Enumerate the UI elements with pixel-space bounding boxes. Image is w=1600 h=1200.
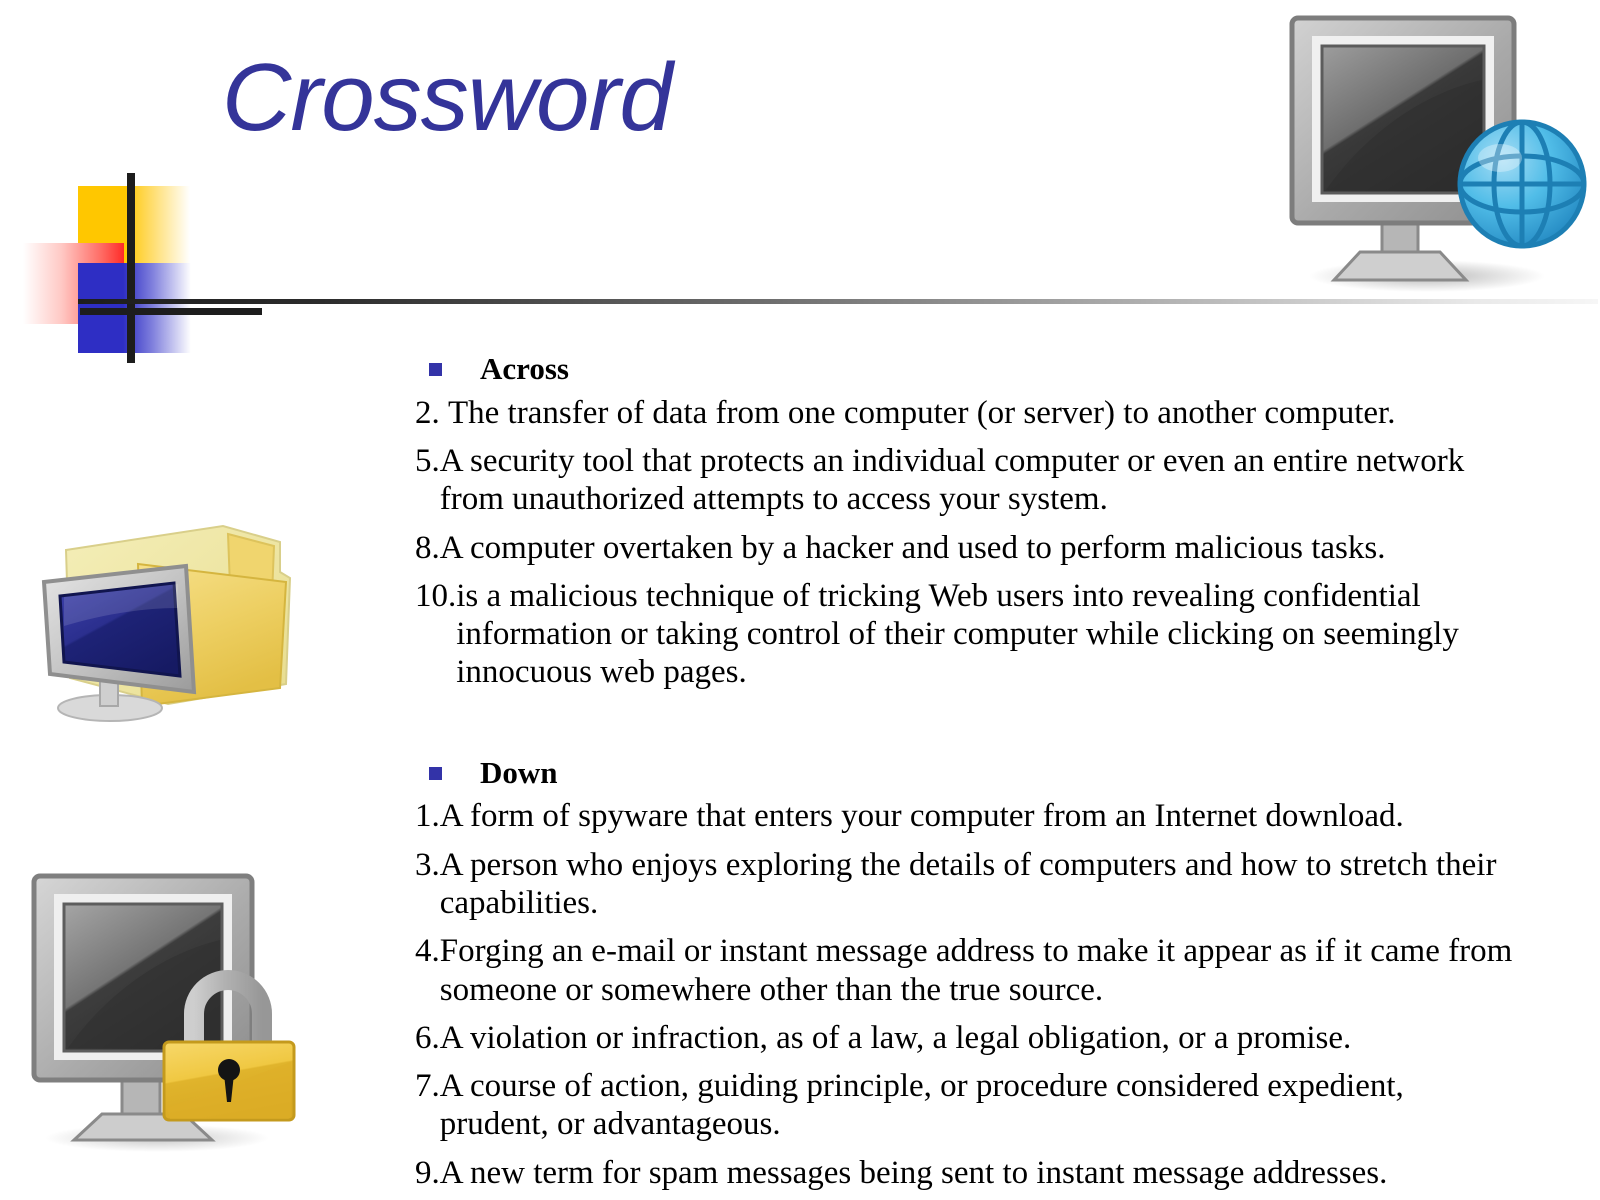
monitor-globe-icon [1272, 8, 1592, 298]
down-clue-list: 1. A form of spyware that enters your co… [415, 797, 1520, 1191]
clue-number: 4. [415, 933, 440, 970]
clue-text: A form of spyware that enters your compu… [439, 798, 1404, 835]
list-item: 8. A computer overtaken by a hacker and … [415, 529, 1520, 567]
monitor-folder-icon [18, 508, 318, 770]
list-item: 9. A new term for spam messages being se… [415, 1154, 1520, 1192]
clue-number: 2. [415, 394, 448, 431]
clue-text: A course of action, guiding principle, o… [439, 1068, 1404, 1143]
clue-number: 5. [415, 443, 440, 480]
clue-number: 1. [415, 798, 440, 835]
title-divider [78, 299, 1598, 304]
clue-text: The transfer of data from one computer (… [448, 394, 1396, 431]
list-item: 6. A violation or infraction, as of a la… [415, 1019, 1520, 1057]
vertical-rule-shape [127, 173, 135, 363]
section-heading-across: Across [415, 350, 1520, 388]
horizontal-rule-shape [80, 308, 262, 315]
list-item: 3. A person who enjoys exploring the det… [415, 846, 1520, 923]
slide-canvas: Crossword Across 2. The transfer of data… [0, 0, 1600, 1200]
clue-number: 6. [415, 1019, 440, 1056]
bullet-square-icon [429, 766, 442, 780]
clue-text: A violation or infraction, as of a law, … [439, 1019, 1352, 1056]
page-title: Crossword [222, 44, 673, 151]
list-item: 1. A form of spyware that enters your co… [415, 797, 1520, 835]
clue-number: 3. [415, 846, 440, 883]
clue-text: is a malicious technique of tricking Web… [456, 577, 1459, 691]
clue-text: A person who enjoys exploring the detail… [439, 846, 1497, 922]
clue-list-container: Across 2. The transfer of data from one … [415, 350, 1520, 1200]
bullet-square-icon [429, 363, 442, 376]
section-heading-label: Across [480, 351, 569, 386]
clue-text: Forging an e-mail or instant message add… [439, 933, 1513, 1008]
clue-number: 9. [415, 1154, 440, 1191]
section-heading-label: Down [480, 754, 558, 790]
template-logo [22, 160, 262, 363]
list-item: 7. A course of action, guiding principle… [415, 1067, 1520, 1144]
list-item: 4. Forging an e-mail or instant message … [415, 932, 1520, 1009]
across-clue-list: 2. The transfer of data from one compute… [415, 394, 1520, 692]
list-item: 10. is a malicious technique of tricking… [415, 577, 1520, 692]
clue-number: 7. [415, 1068, 440, 1105]
section-heading-down: Down [415, 754, 1520, 792]
clue-number: 8. [415, 529, 440, 566]
monitor-padlock-icon [12, 862, 312, 1152]
clue-number: 10. [415, 577, 457, 614]
list-item: 2. The transfer of data from one compute… [415, 394, 1520, 432]
clue-text: A security tool that protects an individ… [439, 443, 1465, 518]
clue-text: A computer overtaken by a hacker and use… [439, 529, 1386, 566]
list-item: 5. A security tool that protects an indi… [415, 442, 1520, 519]
clue-text: A new term for spam messages being sent … [439, 1154, 1388, 1191]
